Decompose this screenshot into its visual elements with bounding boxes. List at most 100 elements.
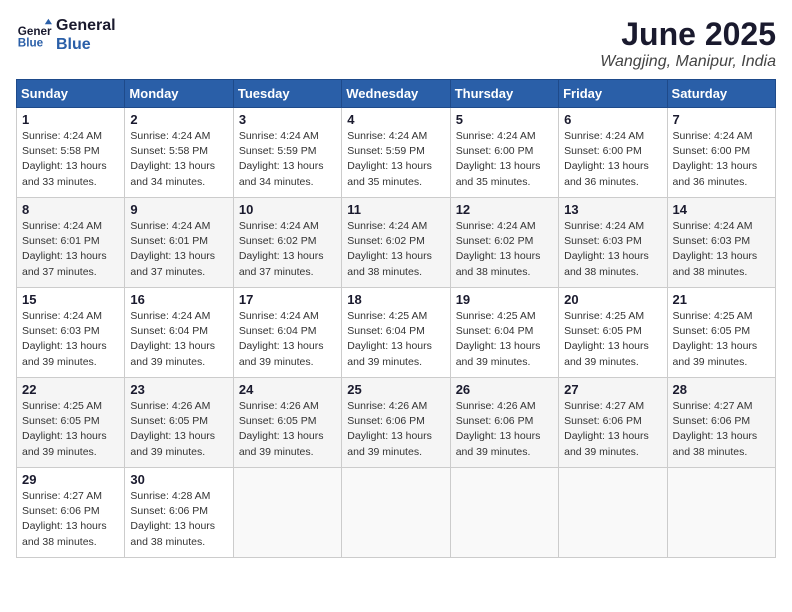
day-number: 9 <box>130 202 227 217</box>
day-cell-20: 20 Sunrise: 4:25 AM Sunset: 6:05 PM Dayl… <box>559 288 667 378</box>
day-number: 10 <box>239 202 336 217</box>
day-cell-12: 12 Sunrise: 4:24 AM Sunset: 6:02 PM Dayl… <box>450 198 558 288</box>
day-number: 6 <box>564 112 661 127</box>
empty-cell <box>559 468 667 558</box>
day-number: 1 <box>22 112 119 127</box>
day-cell-13: 13 Sunrise: 4:24 AM Sunset: 6:03 PM Dayl… <box>559 198 667 288</box>
logo-general: General <box>56 16 116 35</box>
day-info: Sunrise: 4:24 AM Sunset: 5:58 PM Dayligh… <box>130 129 227 190</box>
day-info: Sunrise: 4:24 AM Sunset: 6:01 PM Dayligh… <box>130 219 227 280</box>
day-number: 8 <box>22 202 119 217</box>
day-info: Sunrise: 4:24 AM Sunset: 6:02 PM Dayligh… <box>239 219 336 280</box>
week-row-4: 22 Sunrise: 4:25 AM Sunset: 6:05 PM Dayl… <box>17 378 776 468</box>
empty-cell <box>450 468 558 558</box>
day-cell-2: 2 Sunrise: 4:24 AM Sunset: 5:58 PM Dayli… <box>125 108 233 198</box>
day-cell-28: 28 Sunrise: 4:27 AM Sunset: 6:06 PM Dayl… <box>667 378 775 468</box>
calendar-table: Sunday Monday Tuesday Wednesday Thursday… <box>16 79 776 558</box>
day-cell-8: 8 Sunrise: 4:24 AM Sunset: 6:01 PM Dayli… <box>17 198 125 288</box>
day-cell-1: 1 Sunrise: 4:24 AM Sunset: 5:58 PM Dayli… <box>17 108 125 198</box>
day-number: 24 <box>239 382 336 397</box>
day-info: Sunrise: 4:26 AM Sunset: 6:05 PM Dayligh… <box>130 399 227 460</box>
day-cell-30: 30 Sunrise: 4:28 AM Sunset: 6:06 PM Dayl… <box>125 468 233 558</box>
day-number: 23 <box>130 382 227 397</box>
day-info: Sunrise: 4:24 AM Sunset: 6:02 PM Dayligh… <box>347 219 444 280</box>
header-row: Sunday Monday Tuesday Wednesday Thursday… <box>17 80 776 108</box>
logo: General Blue General Blue <box>16 16 116 54</box>
day-info: Sunrise: 4:27 AM Sunset: 6:06 PM Dayligh… <box>673 399 770 460</box>
day-number: 3 <box>239 112 336 127</box>
header: General Blue General Blue June 2025 Wang… <box>16 16 776 71</box>
day-info: Sunrise: 4:25 AM Sunset: 6:05 PM Dayligh… <box>673 309 770 370</box>
header-friday: Friday <box>559 80 667 108</box>
day-cell-7: 7 Sunrise: 4:24 AM Sunset: 6:00 PM Dayli… <box>667 108 775 198</box>
day-cell-19: 19 Sunrise: 4:25 AM Sunset: 6:04 PM Dayl… <box>450 288 558 378</box>
day-cell-11: 11 Sunrise: 4:24 AM Sunset: 6:02 PM Dayl… <box>342 198 450 288</box>
week-row-5: 29 Sunrise: 4:27 AM Sunset: 6:06 PM Dayl… <box>17 468 776 558</box>
empty-cell <box>233 468 341 558</box>
day-info: Sunrise: 4:24 AM Sunset: 6:04 PM Dayligh… <box>239 309 336 370</box>
day-cell-4: 4 Sunrise: 4:24 AM Sunset: 5:59 PM Dayli… <box>342 108 450 198</box>
svg-text:Blue: Blue <box>18 37 44 50</box>
day-number: 16 <box>130 292 227 307</box>
day-cell-22: 22 Sunrise: 4:25 AM Sunset: 6:05 PM Dayl… <box>17 378 125 468</box>
day-cell-26: 26 Sunrise: 4:26 AM Sunset: 6:06 PM Dayl… <box>450 378 558 468</box>
week-row-3: 15 Sunrise: 4:24 AM Sunset: 6:03 PM Dayl… <box>17 288 776 378</box>
day-number: 12 <box>456 202 553 217</box>
month-title: June 2025 <box>600 16 776 53</box>
day-number: 19 <box>456 292 553 307</box>
day-number: 4 <box>347 112 444 127</box>
header-sunday: Sunday <box>17 80 125 108</box>
day-info: Sunrise: 4:24 AM Sunset: 6:02 PM Dayligh… <box>456 219 553 280</box>
day-cell-3: 3 Sunrise: 4:24 AM Sunset: 5:59 PM Dayli… <box>233 108 341 198</box>
day-info: Sunrise: 4:26 AM Sunset: 6:06 PM Dayligh… <box>347 399 444 460</box>
day-info: Sunrise: 4:24 AM Sunset: 5:59 PM Dayligh… <box>347 129 444 190</box>
day-info: Sunrise: 4:24 AM Sunset: 6:00 PM Dayligh… <box>673 129 770 190</box>
day-number: 5 <box>456 112 553 127</box>
title-area: June 2025 Wangjing, Manipur, India <box>600 16 776 71</box>
day-number: 21 <box>673 292 770 307</box>
day-cell-9: 9 Sunrise: 4:24 AM Sunset: 6:01 PM Dayli… <box>125 198 233 288</box>
day-cell-17: 17 Sunrise: 4:24 AM Sunset: 6:04 PM Dayl… <box>233 288 341 378</box>
day-info: Sunrise: 4:24 AM Sunset: 6:03 PM Dayligh… <box>564 219 661 280</box>
day-number: 26 <box>456 382 553 397</box>
day-number: 11 <box>347 202 444 217</box>
day-info: Sunrise: 4:26 AM Sunset: 6:05 PM Dayligh… <box>239 399 336 460</box>
day-number: 29 <box>22 472 119 487</box>
location-title: Wangjing, Manipur, India <box>600 53 776 71</box>
day-number: 7 <box>673 112 770 127</box>
day-info: Sunrise: 4:25 AM Sunset: 6:05 PM Dayligh… <box>564 309 661 370</box>
day-info: Sunrise: 4:24 AM Sunset: 6:01 PM Dayligh… <box>22 219 119 280</box>
day-cell-25: 25 Sunrise: 4:26 AM Sunset: 6:06 PM Dayl… <box>342 378 450 468</box>
day-info: Sunrise: 4:24 AM Sunset: 5:58 PM Dayligh… <box>22 129 119 190</box>
header-wednesday: Wednesday <box>342 80 450 108</box>
logo-blue: Blue <box>56 35 116 54</box>
day-cell-5: 5 Sunrise: 4:24 AM Sunset: 6:00 PM Dayli… <box>450 108 558 198</box>
day-cell-14: 14 Sunrise: 4:24 AM Sunset: 6:03 PM Dayl… <box>667 198 775 288</box>
logo-icon: General Blue <box>16 17 52 53</box>
day-info: Sunrise: 4:24 AM Sunset: 5:59 PM Dayligh… <box>239 129 336 190</box>
day-number: 15 <box>22 292 119 307</box>
day-info: Sunrise: 4:27 AM Sunset: 6:06 PM Dayligh… <box>564 399 661 460</box>
day-number: 27 <box>564 382 661 397</box>
empty-cell <box>342 468 450 558</box>
day-cell-21: 21 Sunrise: 4:25 AM Sunset: 6:05 PM Dayl… <box>667 288 775 378</box>
day-info: Sunrise: 4:27 AM Sunset: 6:06 PM Dayligh… <box>22 489 119 550</box>
day-number: 14 <box>673 202 770 217</box>
week-row-2: 8 Sunrise: 4:24 AM Sunset: 6:01 PM Dayli… <box>17 198 776 288</box>
week-row-1: 1 Sunrise: 4:24 AM Sunset: 5:58 PM Dayli… <box>17 108 776 198</box>
day-cell-16: 16 Sunrise: 4:24 AM Sunset: 6:04 PM Dayl… <box>125 288 233 378</box>
day-cell-27: 27 Sunrise: 4:27 AM Sunset: 6:06 PM Dayl… <box>559 378 667 468</box>
day-info: Sunrise: 4:24 AM Sunset: 6:04 PM Dayligh… <box>130 309 227 370</box>
day-info: Sunrise: 4:26 AM Sunset: 6:06 PM Dayligh… <box>456 399 553 460</box>
day-number: 25 <box>347 382 444 397</box>
header-saturday: Saturday <box>667 80 775 108</box>
day-number: 17 <box>239 292 336 307</box>
day-number: 22 <box>22 382 119 397</box>
day-info: Sunrise: 4:24 AM Sunset: 6:03 PM Dayligh… <box>673 219 770 280</box>
header-monday: Monday <box>125 80 233 108</box>
day-number: 18 <box>347 292 444 307</box>
day-cell-24: 24 Sunrise: 4:26 AM Sunset: 6:05 PM Dayl… <box>233 378 341 468</box>
day-cell-23: 23 Sunrise: 4:26 AM Sunset: 6:05 PM Dayl… <box>125 378 233 468</box>
day-cell-15: 15 Sunrise: 4:24 AM Sunset: 6:03 PM Dayl… <box>17 288 125 378</box>
day-info: Sunrise: 4:28 AM Sunset: 6:06 PM Dayligh… <box>130 489 227 550</box>
